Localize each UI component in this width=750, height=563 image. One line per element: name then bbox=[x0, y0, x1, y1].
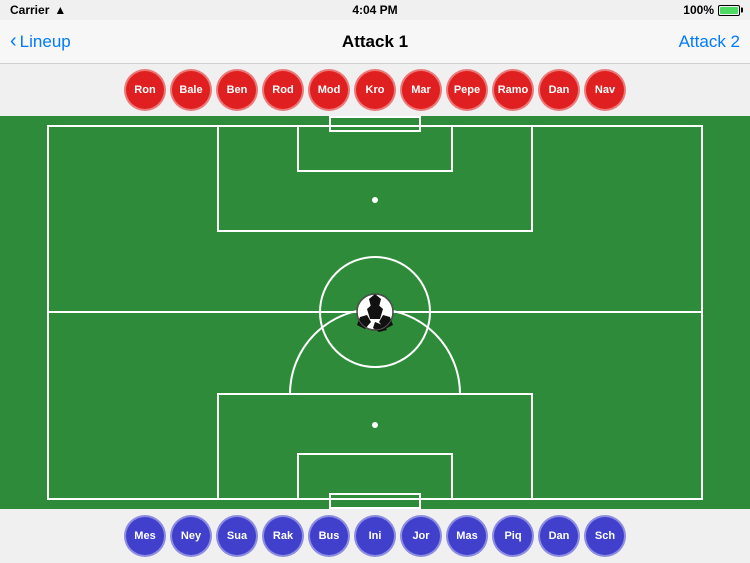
player-token-rak[interactable]: Rak bbox=[262, 515, 304, 557]
player-token-ney[interactable]: Ney bbox=[170, 515, 212, 557]
player-token-ini[interactable]: Ini bbox=[354, 515, 396, 557]
back-button[interactable]: ‹ Lineup bbox=[10, 32, 71, 52]
player-token-jor[interactable]: Jor bbox=[400, 515, 442, 557]
player-token-mar[interactable]: Mar bbox=[400, 69, 442, 111]
player-token-ramo[interactable]: Ramo bbox=[492, 69, 534, 111]
back-chevron-icon: ‹ bbox=[10, 31, 17, 51]
player-token-dan2[interactable]: Dan bbox=[538, 515, 580, 557]
battery-percent: 100% bbox=[683, 3, 714, 17]
back-label: Lineup bbox=[20, 32, 71, 52]
player-token-mod[interactable]: Mod bbox=[308, 69, 350, 111]
player-token-bus[interactable]: Bus bbox=[308, 515, 350, 557]
carrier-label: Carrier bbox=[10, 3, 49, 17]
nav-title: Attack 1 bbox=[342, 32, 408, 52]
nav-bar: ‹ Lineup Attack 1 Attack 2 bbox=[0, 20, 750, 64]
battery-icon bbox=[718, 5, 740, 16]
status-bar: Carrier ▲ 4:04 PM 100% bbox=[0, 0, 750, 20]
player-token-rod[interactable]: Rod bbox=[262, 69, 304, 111]
player-token-nav[interactable]: Nav bbox=[584, 69, 626, 111]
status-right: 100% bbox=[683, 3, 740, 17]
player-token-dan[interactable]: Dan bbox=[538, 69, 580, 111]
player-token-mes[interactable]: Mes bbox=[124, 515, 166, 557]
soccer-field[interactable] bbox=[0, 116, 750, 509]
player-token-sua[interactable]: Sua bbox=[216, 515, 258, 557]
bottom-players-row: MesNeySuaRakBusIniJorMasPiqDanSch bbox=[0, 509, 750, 563]
status-left: Carrier ▲ bbox=[10, 3, 66, 17]
player-token-bale[interactable]: Bale bbox=[170, 69, 212, 111]
top-players-row: RonBaleBenRodModKroMarPepeRamoDanNav bbox=[0, 64, 750, 116]
player-token-sch[interactable]: Sch bbox=[584, 515, 626, 557]
wifi-icon: ▲ bbox=[54, 3, 66, 17]
player-token-pepe[interactable]: Pepe bbox=[446, 69, 488, 111]
player-token-ron[interactable]: Ron bbox=[124, 69, 166, 111]
player-token-ben[interactable]: Ben bbox=[216, 69, 258, 111]
attack2-button[interactable]: Attack 2 bbox=[679, 32, 740, 52]
player-token-kro[interactable]: Kro bbox=[354, 69, 396, 111]
player-token-piq[interactable]: Piq bbox=[492, 515, 534, 557]
status-time: 4:04 PM bbox=[352, 3, 397, 17]
field-markings bbox=[0, 116, 750, 509]
player-token-mas[interactable]: Mas bbox=[446, 515, 488, 557]
